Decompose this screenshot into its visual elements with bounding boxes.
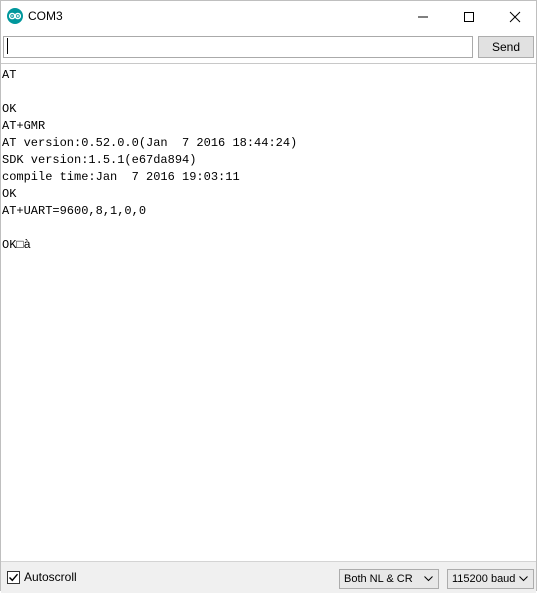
divider [1,63,536,64]
serial-input[interactable] [3,36,473,58]
baud-rate-select[interactable]: 115200 baud [447,569,534,589]
output-line: compile time:Jan 7 2016 19:03:11 [2,170,240,184]
window-title: COM3 [28,9,63,23]
output-line: SDK version:1.5.1(e67da894) [2,153,197,167]
chevron-down-icon [519,576,528,582]
output-line: OK [2,187,17,201]
output-line: OK□à [2,238,31,252]
line-ending-select[interactable]: Both NL & CR [339,569,439,589]
text-caret [7,38,8,54]
line-ending-value: Both NL & CR [344,573,413,585]
output-line: AT+GMR [2,119,46,133]
chevron-down-icon [424,576,433,582]
serial-output[interactable]: AT OK AT+GMR AT version:0.52.0.0(Jan 7 2016… [2,67,536,561]
maximize-button[interactable] [446,1,492,32]
minimize-button[interactable] [400,1,446,32]
send-button[interactable]: Send [478,36,534,58]
baud-rate-value: 115200 baud [452,573,516,585]
output-line: AT [2,68,17,82]
send-bar: Send [1,32,536,63]
serial-monitor-window: COM3 Send AT OK AT+GMR AT version:0.52.0.0(… [0,0,537,593]
autoscroll-label[interactable]: Autoscroll [24,570,77,585]
autoscroll-checkbox[interactable] [7,571,20,584]
output-line: OK [2,102,17,116]
status-bar: Autoscroll Both NL & CR 115200 baud [1,561,536,593]
output-line: AT version:0.52.0.0(Jan 7 2016 18:44:24) [2,136,298,150]
close-button[interactable] [492,1,537,32]
close-icon [509,11,521,23]
title-bar[interactable]: COM3 [1,1,536,32]
minimize-icon [418,16,428,18]
checkmark-icon [9,573,19,582]
output-line: AT+UART=9600,8,1,0,0 [2,204,147,218]
maximize-icon [464,12,474,22]
arduino-logo-icon [7,8,23,24]
